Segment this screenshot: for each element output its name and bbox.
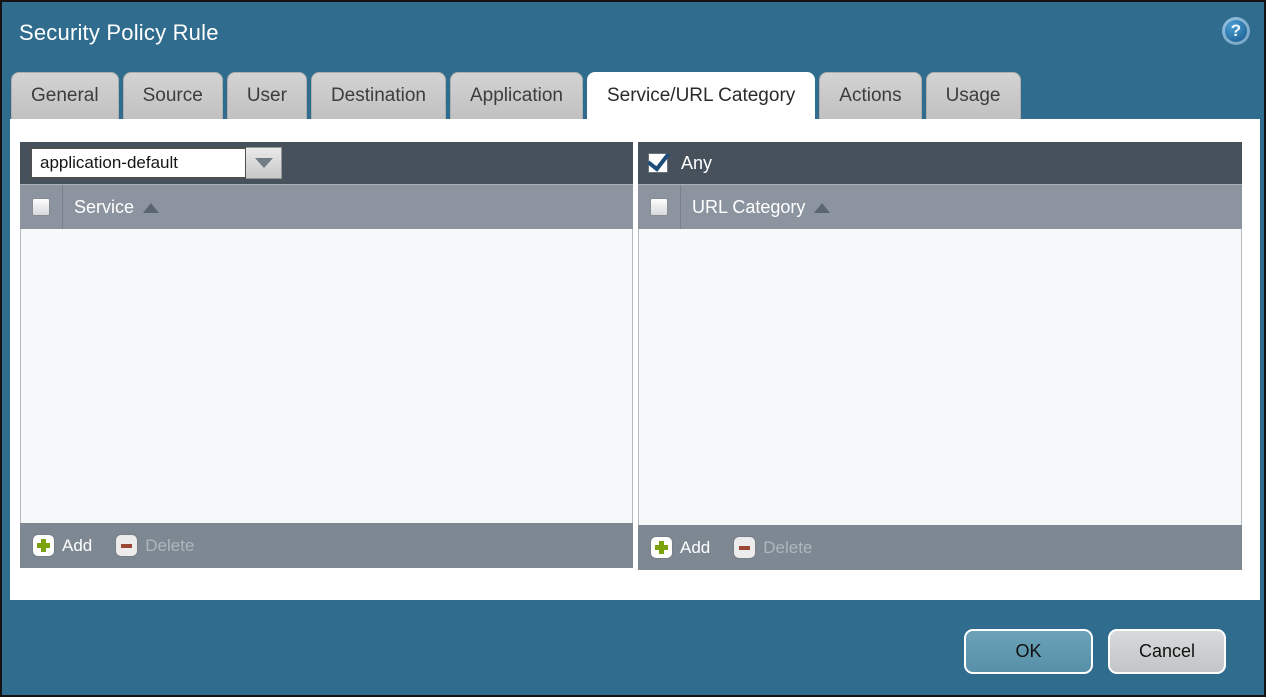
tab-destination[interactable]: Destination [311,72,446,119]
service-table-body [20,229,633,523]
service-type-input[interactable] [30,147,246,179]
service-add-button[interactable]: Add [33,535,92,556]
dialog-title: Security Policy Rule [19,20,219,46]
ok-button[interactable]: OK [964,629,1093,674]
delete-button-label: Delete [763,538,812,558]
cancel-button[interactable]: Cancel [1108,629,1226,674]
service-column-header[interactable]: Service [63,185,159,229]
service-select-all-cell [20,185,63,229]
service-type-combobox [30,147,282,179]
tab-general[interactable]: General [11,72,119,119]
service-column-label: Service [74,197,134,218]
url-category-select-all-cell [638,185,681,229]
delete-button-label: Delete [145,536,194,556]
service-panel: Service Add Delete [20,142,633,568]
tab-service-url-category[interactable]: Service/URL Category [587,72,815,119]
security-policy-rule-dialog: Security Policy Rule ? General Source Us… [0,0,1266,697]
service-table-footer: Add Delete [20,523,633,568]
service-type-dropdown-button[interactable] [246,147,282,179]
minus-icon [734,537,755,558]
service-delete-button[interactable]: Delete [116,535,194,556]
minus-icon [116,535,137,556]
add-button-label: Add [62,536,92,556]
url-category-column-header[interactable]: URL Category [681,185,830,229]
any-checkbox-label: Any [681,153,712,174]
tab-application[interactable]: Application [450,72,583,119]
url-category-column-label: URL Category [692,197,805,218]
help-icon[interactable]: ? [1222,17,1250,45]
url-category-select-all-checkbox[interactable] [650,198,668,216]
url-category-table-header: URL Category [638,184,1242,229]
chevron-down-icon [255,158,273,168]
url-category-panel: Any URL Category Add Delete [638,142,1242,570]
tab-usage[interactable]: Usage [926,72,1021,119]
tab-content-area: Service Add Delete Any [10,119,1260,600]
sort-ascending-icon [814,203,830,213]
tab-bar: General Source User Destination Applicat… [11,72,1021,119]
url-category-delete-button[interactable]: Delete [734,537,812,558]
service-toolbar [20,142,633,184]
plus-icon [33,535,54,556]
service-select-all-checkbox[interactable] [32,198,50,216]
plus-icon [651,537,672,558]
tab-actions[interactable]: Actions [819,72,921,119]
any-checkbox[interactable] [648,153,668,173]
tab-user[interactable]: User [227,72,307,119]
tab-source[interactable]: Source [123,72,223,119]
url-category-table-body [638,229,1242,525]
add-button-label: Add [680,538,710,558]
url-category-add-button[interactable]: Add [651,537,710,558]
sort-ascending-icon [143,203,159,213]
service-table-header: Service [20,184,633,229]
url-category-toolbar: Any [638,142,1242,184]
url-category-table-footer: Add Delete [638,525,1242,570]
